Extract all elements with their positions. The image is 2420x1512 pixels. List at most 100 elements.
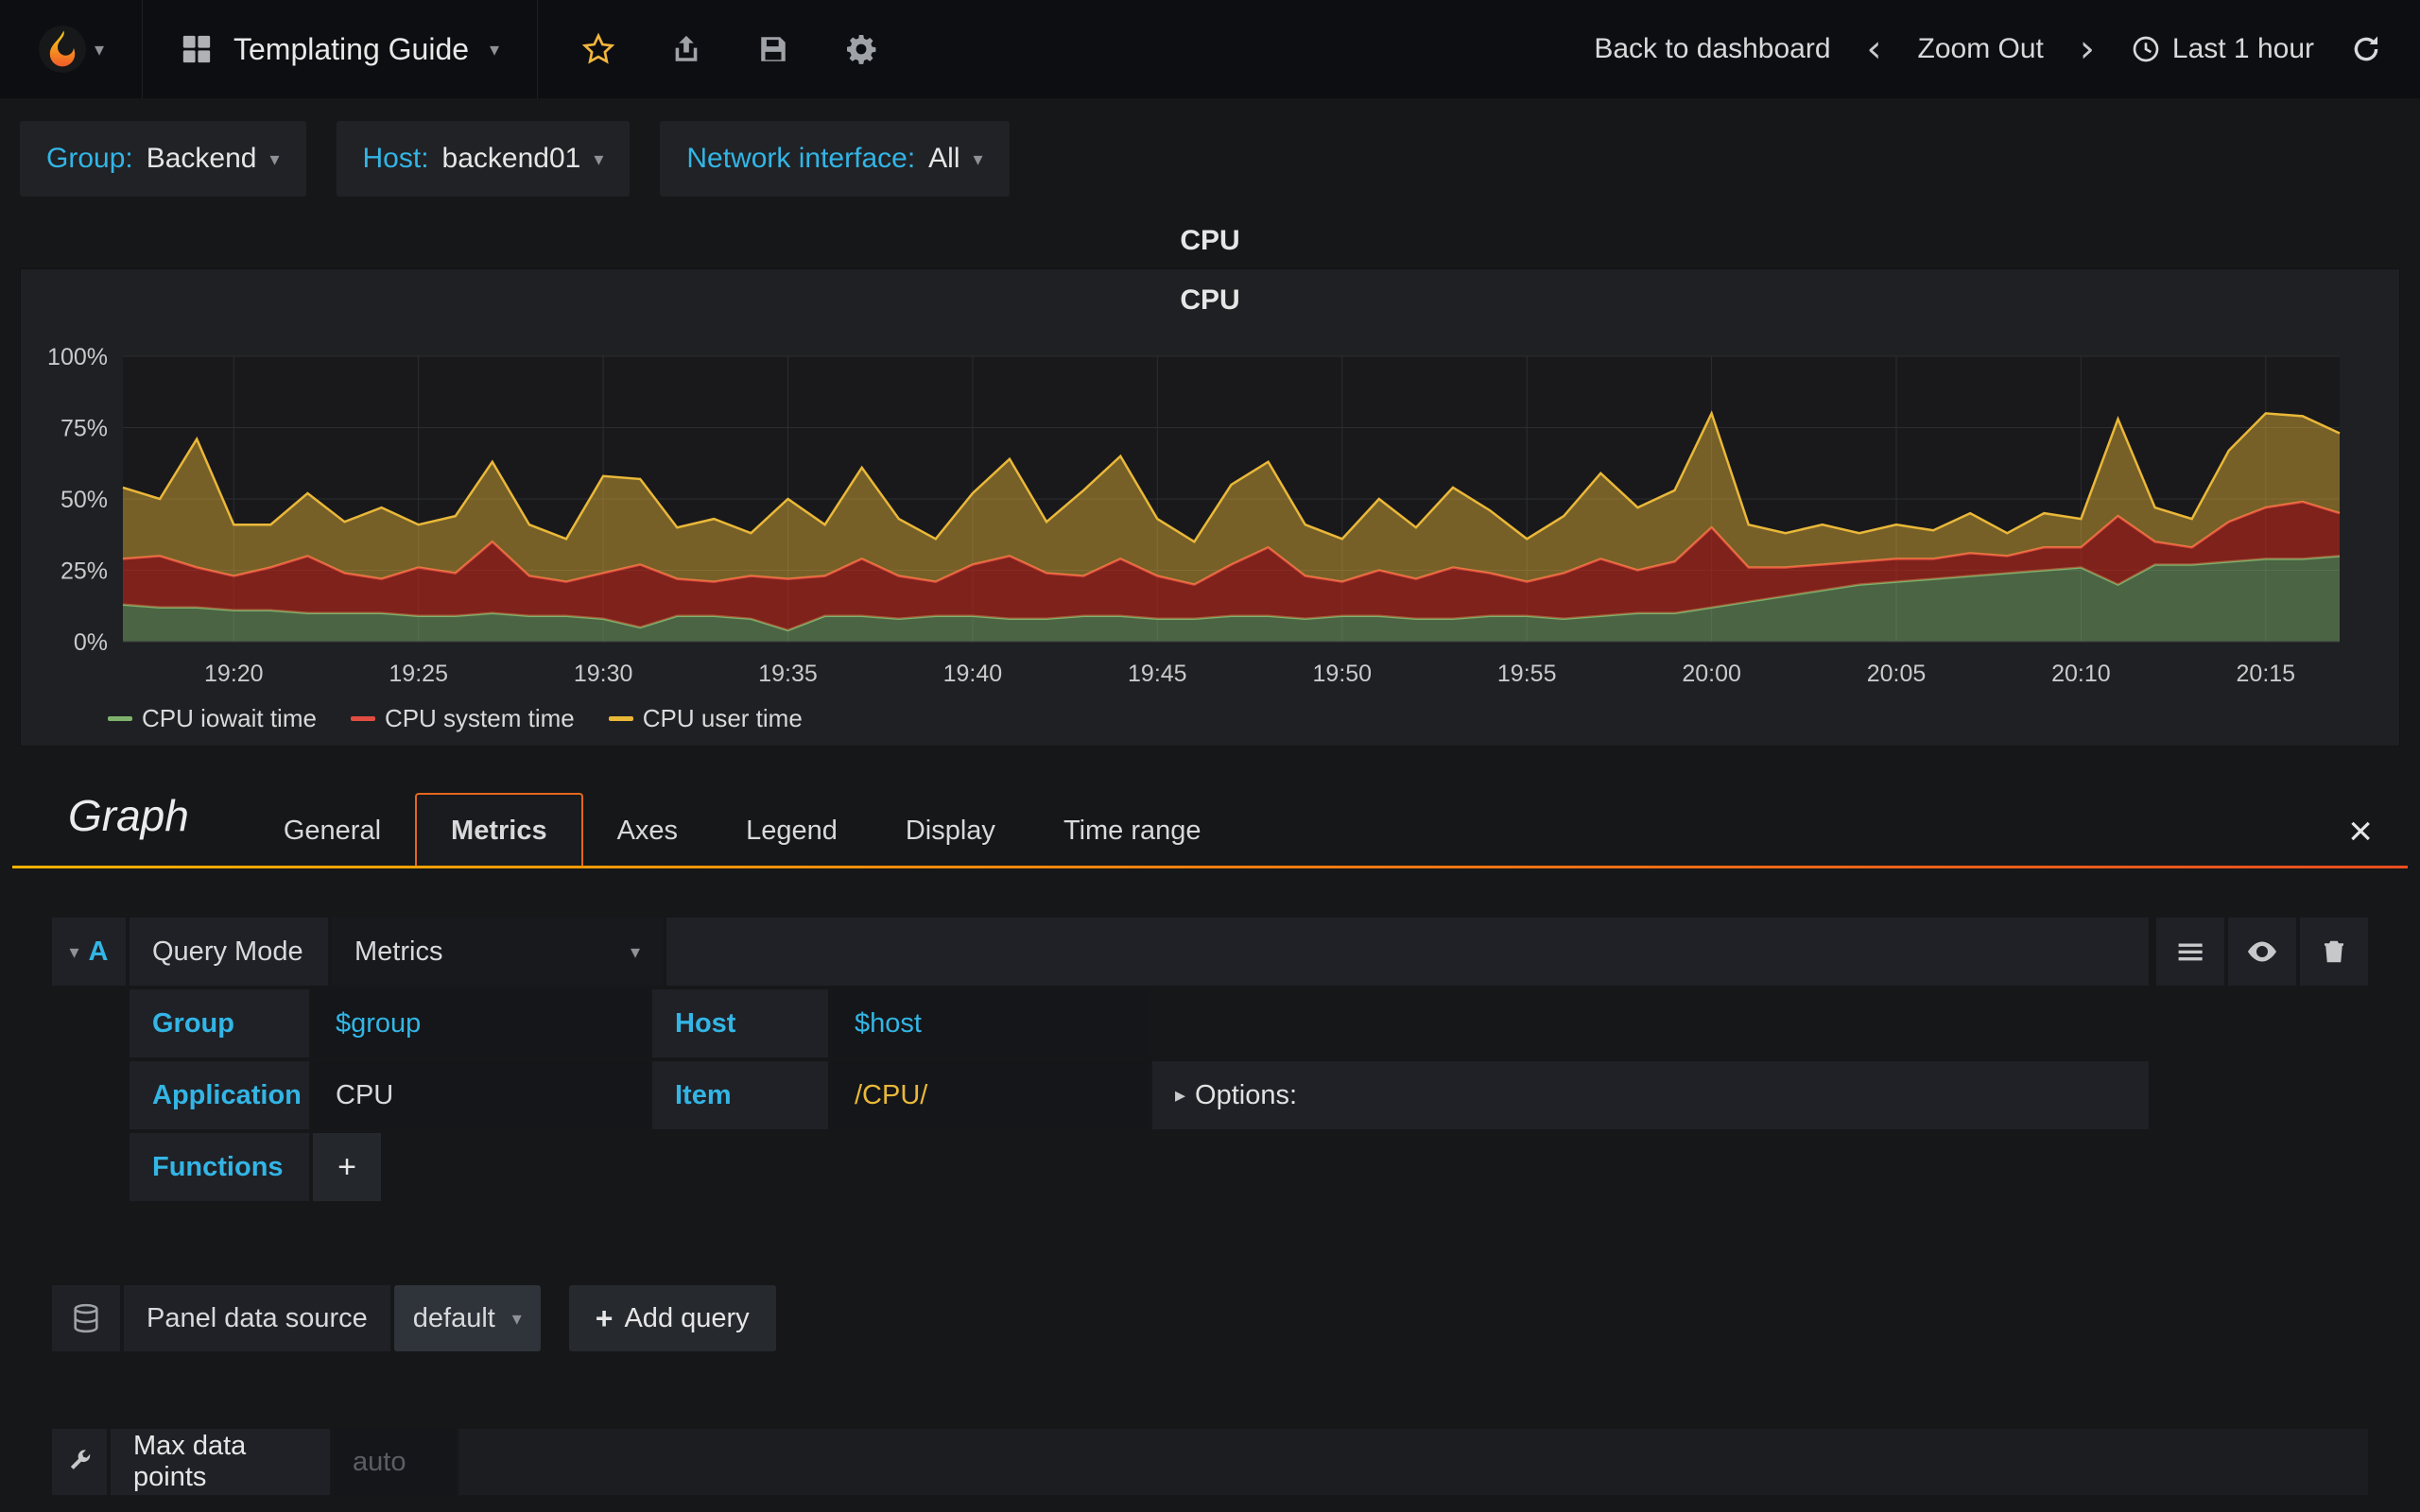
database-icon (74, 1303, 98, 1333)
share-icon[interactable] (670, 33, 702, 65)
time-shift-back-icon[interactable]: ‹ (1867, 30, 1882, 68)
cpu-graph-svg[interactable]: 0% 25% 50% 75% 100% 19:20 19:25 19:30 19:35 19:40… (28, 324, 2392, 702)
star-icon[interactable] (581, 32, 615, 66)
variable-host[interactable]: Host: backend01 ▾ (336, 121, 631, 197)
svg-text:50%: 50% (60, 487, 108, 513)
options-toggle[interactable]: ▸ Options: (1175, 1080, 1297, 1111)
options-cell: ▸ Options: (1152, 1061, 2149, 1129)
wrench-icon (70, 1450, 91, 1469)
variable-group[interactable]: Group: Backend ▾ (20, 121, 306, 197)
tab-metrics[interactable]: Metrics (415, 793, 583, 866)
grafana-logo-button[interactable]: ▾ (0, 0, 142, 98)
host-input[interactable]: $host (832, 989, 1149, 1057)
legend-swatch (350, 716, 375, 721)
eye-icon (2248, 941, 2276, 962)
application-label: Application (130, 1061, 309, 1129)
variable-netif[interactable]: Network interface: All ▾ (660, 121, 1010, 197)
tab-legend[interactable]: Legend (712, 795, 872, 866)
host-label: Host (652, 989, 828, 1057)
group-input[interactable]: $group (313, 989, 648, 1057)
dashboard-picker[interactable]: Templating Guide ▾ (143, 0, 537, 98)
query-row-functions: Functions + (130, 1133, 2149, 1201)
save-icon[interactable] (757, 33, 789, 65)
svg-text:25%: 25% (60, 558, 108, 585)
svg-text:19:20: 19:20 (204, 661, 264, 687)
tab-general[interactable]: General (250, 795, 415, 866)
time-range-label: Last 1 hour (2171, 33, 2314, 64)
variable-host-value: backend01 (441, 143, 581, 174)
datasource-value: default (412, 1302, 495, 1333)
datasource-icon-cell (52, 1285, 120, 1351)
max-data-points-input[interactable] (334, 1429, 455, 1495)
query-row-filler (666, 918, 2149, 986)
datasource-row: Panel data source default ▾ + Add query (52, 1285, 2368, 1351)
query-menu-button[interactable]: ≡ (2156, 918, 2224, 986)
query-editor: ▾ A Query Mode Metrics ▾ ≡ Group $group … (52, 918, 2368, 1201)
editor-tabs: General Metrics Axes Legend Display Time… (250, 793, 1236, 866)
panel-editor-header: Graph General Metrics Axes Legend Displa… (0, 779, 2420, 866)
graph-legend: CPU iowait time CPU system time CPU user… (108, 704, 2399, 733)
svg-text:19:45: 19:45 (1128, 661, 1187, 687)
zoom-out-button[interactable]: Zoom Out (1918, 33, 2044, 65)
dashboard-caret-icon: ▾ (490, 39, 500, 60)
add-function-button[interactable]: + (313, 1133, 381, 1201)
chevron-down-icon: ▾ (973, 148, 983, 170)
query-mode-label: Query Mode (130, 918, 328, 986)
application-input[interactable]: CPU (313, 1061, 648, 1129)
svg-text:20:05: 20:05 (1867, 661, 1927, 687)
legend-label: CPU user time (642, 704, 803, 732)
svg-text:0%: 0% (74, 629, 108, 656)
legend-label: CPU system time (384, 704, 575, 732)
datasource-label: Panel data source (124, 1285, 390, 1351)
svg-text:100%: 100% (47, 344, 108, 370)
clock-icon (2133, 36, 2159, 62)
datasource-select[interactable]: default ▾ (393, 1285, 541, 1351)
panel-header-title[interactable]: CPU (0, 225, 2420, 257)
chevron-down-icon: ▾ (594, 148, 604, 170)
logo-caret-icon: ▾ (94, 39, 105, 60)
query-delete-button[interactable] (2300, 918, 2368, 986)
group-label: Group (130, 989, 309, 1057)
query-ref-letter: A (88, 936, 109, 967)
legend-item[interactable]: CPU system time (350, 704, 575, 733)
svg-text:20:10: 20:10 (2051, 661, 2111, 687)
legend-swatch (108, 716, 132, 721)
close-icon[interactable]: × (2348, 811, 2397, 866)
query-toggle-visibility-button[interactable] (2228, 918, 2296, 986)
tab-axes[interactable]: Axes (583, 795, 712, 866)
gear-icon[interactable] (844, 32, 878, 66)
svg-text:19:55: 19:55 (1497, 661, 1557, 687)
item-input[interactable]: /CPU/ (832, 1061, 1149, 1129)
add-query-label: Add query (624, 1302, 750, 1333)
legend-swatch (608, 716, 633, 721)
variable-host-label: Host: (362, 143, 429, 174)
menu-icon: ≡ (2174, 930, 2206, 973)
chevron-down-icon: ▾ (269, 148, 280, 170)
editor-accent-line (12, 866, 2408, 868)
time-range-picker[interactable]: Last 1 hour (2131, 33, 2314, 65)
legend-item[interactable]: CPU iowait time (108, 704, 317, 733)
time-shift-forward-icon[interactable]: › (2080, 30, 2095, 68)
back-to-dashboard-button[interactable]: Back to dashboard (1594, 33, 1830, 65)
tab-display[interactable]: Display (872, 795, 1029, 866)
max-data-points-row: Max data points (52, 1429, 2368, 1495)
chevron-right-icon: ▸ (1175, 1083, 1186, 1107)
item-label: Item (652, 1061, 828, 1129)
svg-text:19:35: 19:35 (758, 661, 818, 687)
add-query-button[interactable]: + Add query (568, 1285, 776, 1351)
query-mode-select[interactable]: Metrics ▾ (332, 918, 663, 986)
grafana-flame-icon (39, 26, 86, 73)
svg-text:20:00: 20:00 (1682, 661, 1741, 687)
svg-text:19:40: 19:40 (943, 661, 1003, 687)
row-filler (458, 1429, 2368, 1495)
legend-item[interactable]: CPU user time (608, 704, 803, 733)
refresh-icon[interactable] (2350, 33, 2382, 65)
trash-icon (2325, 940, 2343, 963)
tab-time-range[interactable]: Time range (1029, 795, 1236, 866)
template-variables-row: Group: Backend ▾ Host: backend01 ▾ Netwo… (0, 98, 2420, 215)
query-mode-value: Metrics (354, 936, 443, 967)
query-row-application-item: Application CPU Item /CPU/ ▸ Options: (130, 1061, 2149, 1129)
wrench-icon-cell (52, 1429, 107, 1495)
query-collapse-toggle[interactable]: ▾ A (52, 918, 126, 986)
chevron-down-icon: ▾ (511, 1308, 522, 1330)
